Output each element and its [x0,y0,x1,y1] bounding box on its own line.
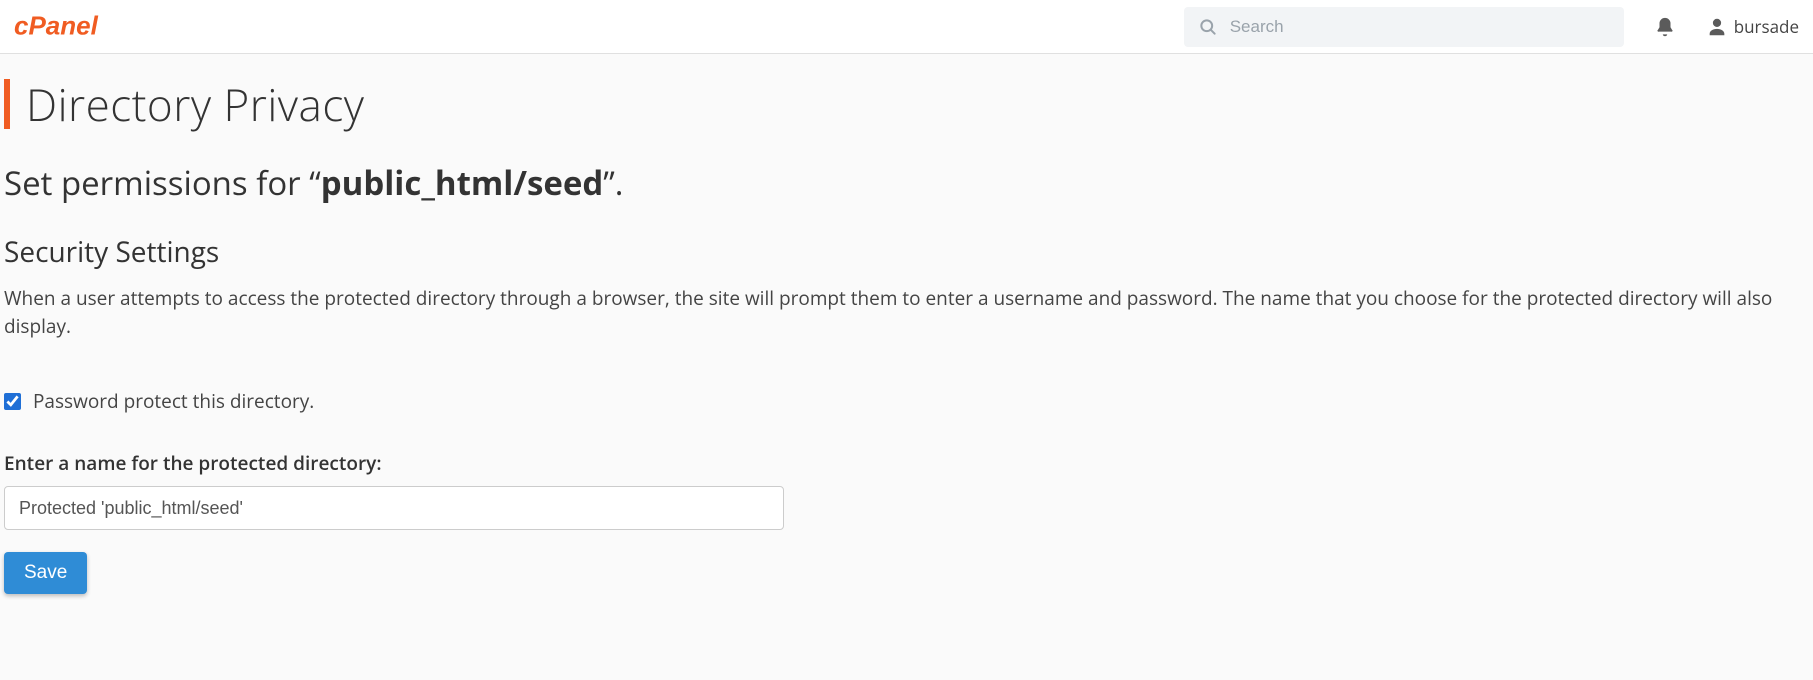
permissions-suffix: ”. [603,160,623,205]
security-description: When a user attempts to access the prote… [4,285,1809,340]
password-protect-row[interactable]: Password protect this directory. [4,388,1809,414]
username-label: bursade [1734,15,1799,38]
save-button[interactable]: Save [4,552,87,594]
user-icon [1706,16,1728,38]
topbar-right: bursade [1654,15,1799,38]
security-settings-heading: Security Settings [4,233,1809,271]
svg-text:cPanel: cPanel [14,10,99,40]
title-accent-bar [4,79,10,129]
directory-name-label: Enter a name for the protected directory… [4,450,1809,476]
permissions-path: public_html/seed [321,160,604,205]
user-menu[interactable]: bursade [1706,15,1799,38]
search-box[interactable] [1184,7,1624,47]
password-protect-label: Password protect this directory. [33,388,314,414]
search-input[interactable] [1230,17,1610,37]
cpanel-logo[interactable]: cPanel [14,9,154,45]
cpanel-logo-svg: cPanel [14,9,154,45]
page-title-text: Directory Privacy [26,74,364,134]
notifications-button[interactable] [1654,16,1676,38]
page-title: Directory Privacy [4,74,1809,134]
search-icon [1198,17,1218,37]
permissions-prefix: Set permissions for “ [4,160,321,205]
directory-name-input[interactable] [4,486,784,530]
permissions-heading: Set permissions for “public_html/seed”. [4,160,1809,205]
bell-icon [1654,16,1676,38]
page-content: Directory Privacy Set permissions for “p… [0,74,1813,614]
topbar: cPanel bursade [0,0,1813,54]
password-protect-checkbox[interactable] [4,393,21,410]
